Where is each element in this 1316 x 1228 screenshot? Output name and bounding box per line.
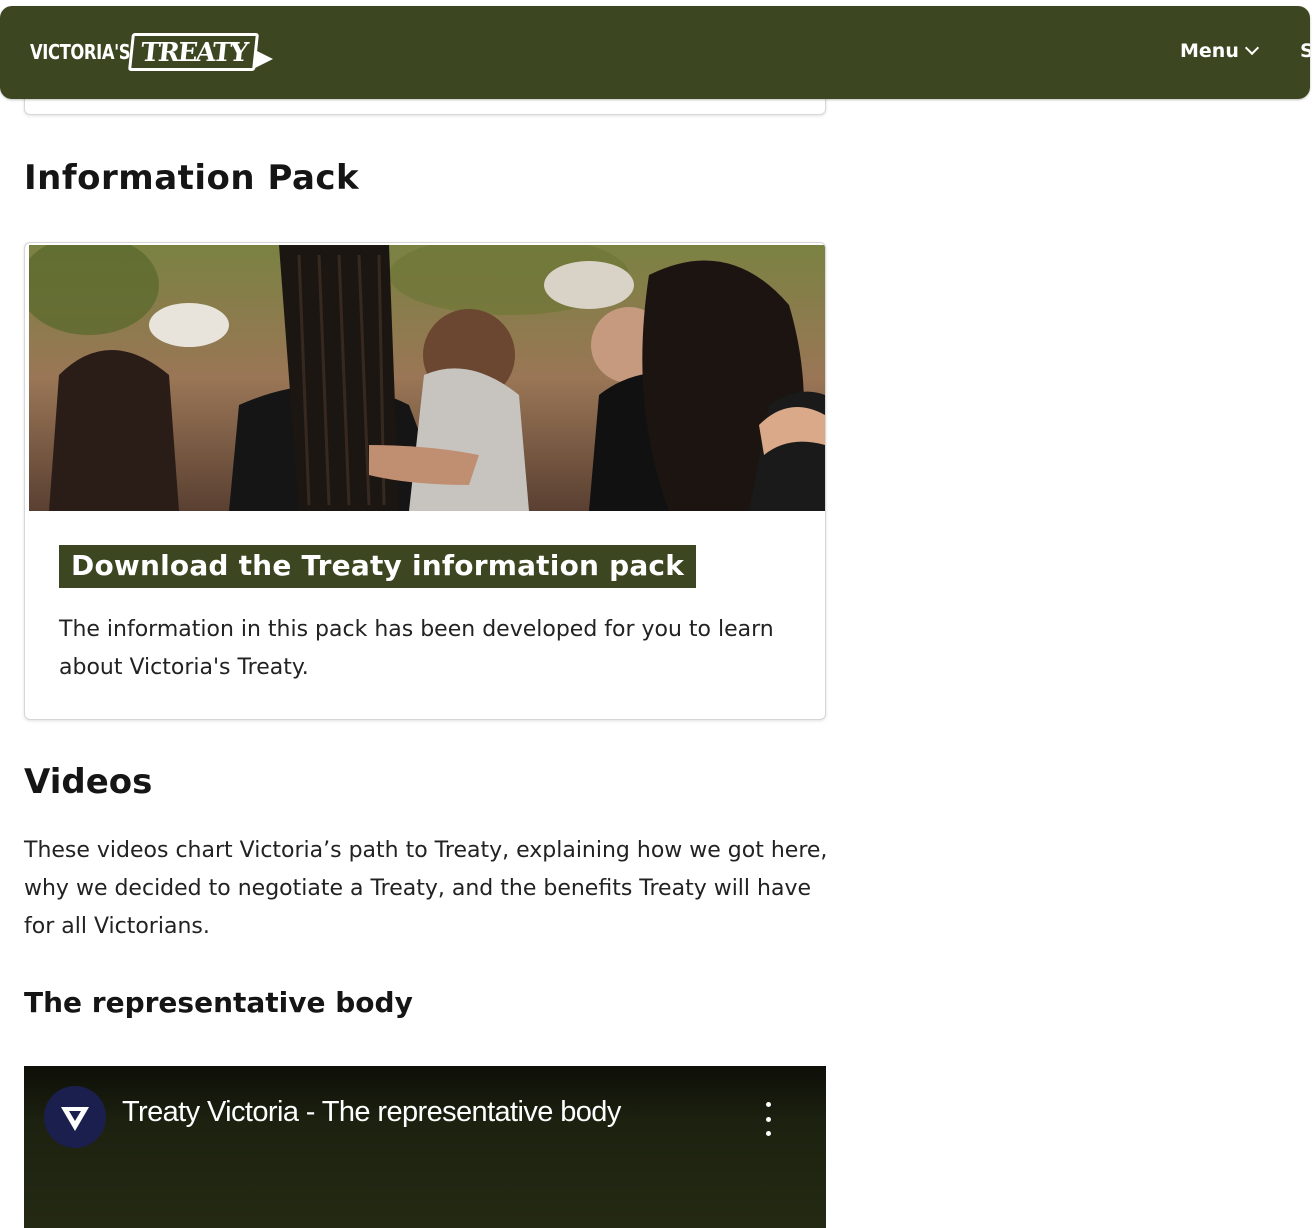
- information-pack-heading: Information Pack: [24, 158, 360, 198]
- info-pack-description: The information in this pack has been de…: [59, 617, 774, 680]
- video-embed[interactable]: Treaty Victoria - The representative bod…: [24, 1066, 826, 1228]
- page: VICTORIA'S TREATY Menu S Information Pac…: [0, 0, 1316, 1228]
- menu-button[interactable]: Menu: [1180, 40, 1259, 62]
- kebab-dot: [765, 1131, 771, 1136]
- kebab-dot: [765, 1116, 771, 1122]
- search-button[interactable]: S: [1300, 40, 1310, 62]
- crowd-photo: [29, 245, 825, 511]
- kebab-menu-icon[interactable]: [762, 1102, 774, 1136]
- information-pack-card[interactable]: Download the Treaty information pack The…: [24, 242, 826, 720]
- crowd-photo-illustration: [29, 245, 825, 511]
- video-title[interactable]: Treaty Victoria - The representative bod…: [122, 1096, 621, 1129]
- representative-body-heading: The representative body: [24, 986, 413, 1019]
- kebab-dot: [765, 1102, 771, 1107]
- vic-logo-icon[interactable]: [44, 1086, 106, 1148]
- site-header: VICTORIA'S TREATY Menu S: [0, 6, 1310, 99]
- videos-description: These videos chart Victoria’s path to Tr…: [24, 838, 828, 939]
- logo-flag-icon: [255, 50, 274, 68]
- site-logo[interactable]: VICTORIA'S TREATY: [30, 22, 274, 82]
- menu-label: Menu: [1180, 40, 1239, 62]
- vic-logo-graphic: [61, 1107, 89, 1131]
- chevron-down-icon: [1244, 40, 1259, 56]
- logo-big-text: TREATY: [128, 33, 260, 71]
- videos-heading: Videos: [24, 762, 153, 802]
- logo-small-text: VICTORIA'S: [30, 40, 131, 64]
- download-info-pack-link[interactable]: Download the Treaty information pack: [59, 545, 697, 588]
